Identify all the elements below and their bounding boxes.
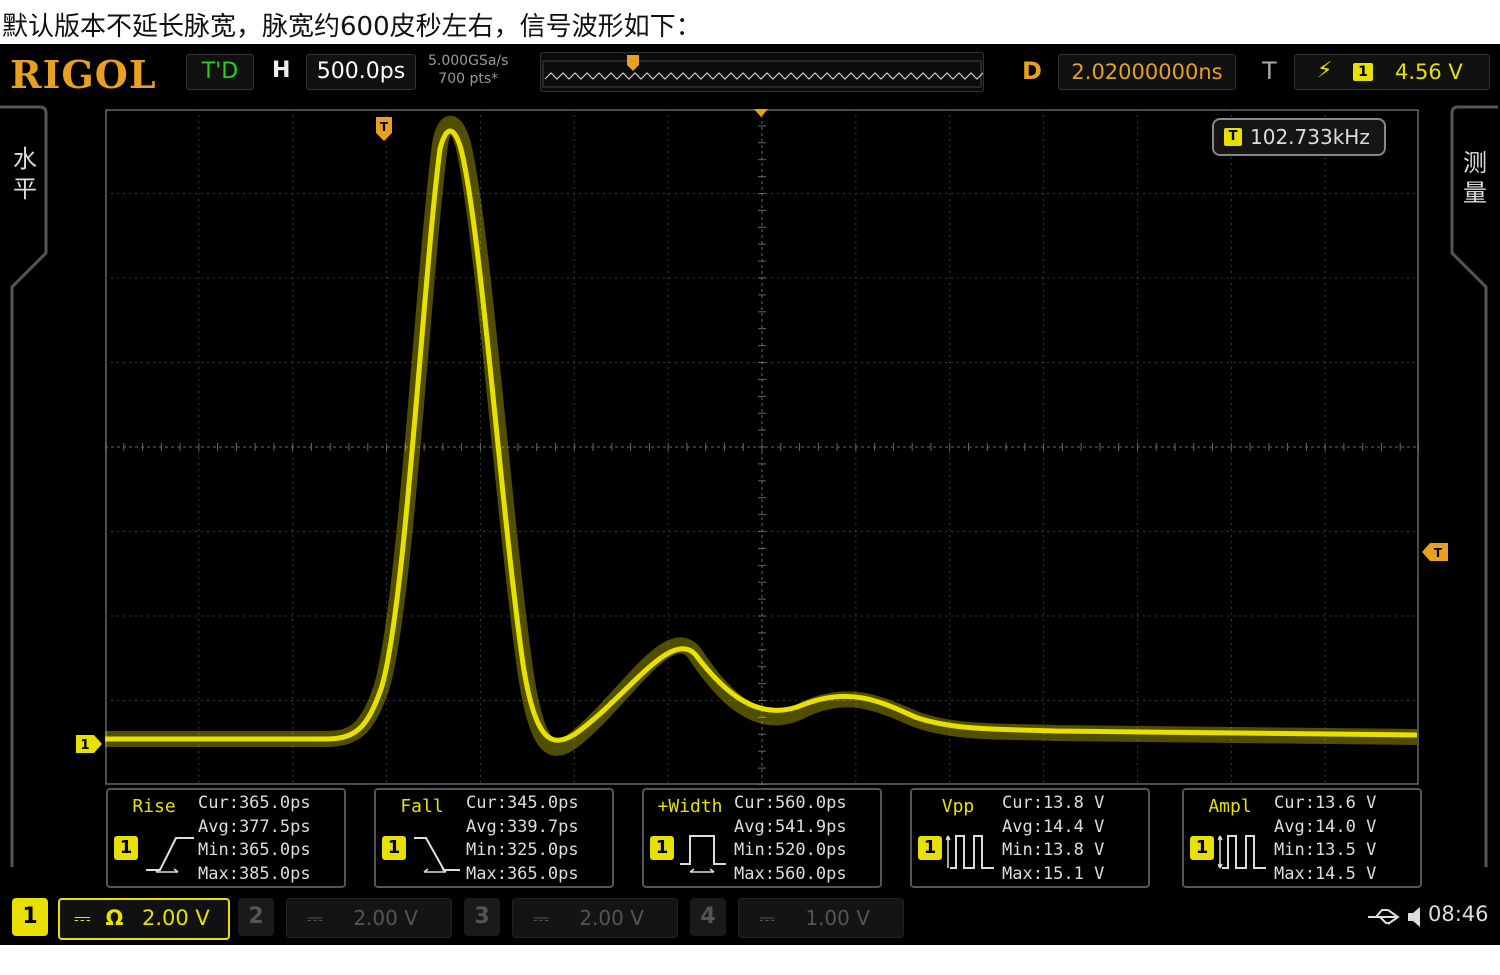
channel-2-button[interactable]: 2 — [238, 898, 274, 936]
amplitude-icon — [1218, 835, 1266, 869]
measurement-name: Ampl — [1208, 796, 1252, 817]
delay-value[interactable]: 2.02000000ns — [1058, 54, 1236, 90]
channel-1-volts: 2.00 V — [142, 906, 210, 930]
channel-2-volts: 2.00 V — [353, 906, 418, 930]
usb-icon — [1368, 907, 1420, 927]
right-side-tab-frame — [1450, 105, 1498, 867]
horizontal-tab-char-2: 平 — [13, 175, 37, 203]
measurement-rise[interactable]: Rise 1 Cur:365.0ps Avg:377.5ps Min:365.0ps… — [106, 788, 346, 888]
rigol-logo: RIGOL — [10, 52, 157, 97]
left-side-tab-frame — [0, 105, 48, 867]
frequency-value: 102.733kHz — [1250, 125, 1370, 149]
speaker-icon — [1408, 907, 1420, 927]
measure-tab-char-1: 测 — [1463, 149, 1487, 177]
measurement-min: Min:325.0ps — [466, 840, 579, 860]
measurement-avg: Avg:377.5ps — [198, 816, 311, 837]
dc-coupling-icon: ⎓ — [759, 906, 775, 930]
dc-coupling-icon: ⎓ — [307, 906, 323, 930]
channel-1-scale[interactable]: ⎓ Ω 2.00 V — [58, 898, 230, 940]
measurement-min: Min:13.8 V — [1002, 840, 1105, 860]
measurement-cur: Cur:365.0ps — [198, 793, 311, 813]
trigger-settings[interactable]: ⚡ 1 4.56 V — [1294, 54, 1490, 90]
horizontal-menu-tab[interactable]: 水 平 — [10, 144, 40, 204]
peak-peak-icon — [946, 835, 994, 869]
channel-4-button[interactable]: 4 — [690, 898, 726, 936]
oscilloscope-screen: RIGOL T'D H 500.0ps 5.000GSa/s 700 pts* … — [0, 44, 1500, 945]
measurement-fall[interactable]: Fall 1 Cur:345.0ps Avg:339.7ps Min:325.0ps… — [374, 788, 614, 888]
measurement-avg: Avg:339.7ps — [466, 816, 579, 837]
trigger-level-marker-icon[interactable]: T — [1420, 541, 1450, 563]
channel-1-button[interactable]: 1 — [12, 898, 48, 936]
channel-3-button[interactable]: 3 — [464, 898, 500, 936]
measurement-max: Max:14.5 V — [1274, 863, 1377, 884]
measurement-min: Min:365.0ps — [198, 840, 311, 860]
memory-wave — [544, 72, 983, 80]
sample-rate: 5.000GSa/s — [428, 53, 509, 69]
pulse-width-icon — [680, 835, 726, 873]
acquisition-info: 5.000GSa/s 700 pts* — [428, 52, 508, 88]
measurement-max: Max:385.0ps — [198, 863, 311, 884]
channel-3-volts: 2.00 V — [579, 906, 644, 930]
measurement-name: Vpp — [941, 796, 975, 817]
waveform-grid[interactable]: T — [105, 109, 1419, 785]
horizontal-tab-char-1: 水 — [13, 145, 37, 173]
measure-menu-tab[interactable]: 测 量 — [1460, 148, 1490, 208]
measurement-width[interactable]: +Width 1 Cur:560.0ps Avg:541.9ps Min:520.0… — [642, 788, 882, 888]
trigger-label: T — [1262, 57, 1277, 85]
measurement-channel-badge: 1 — [918, 836, 942, 860]
run-state-indicator[interactable]: T'D — [186, 54, 254, 90]
measurement-channel-badge: 1 — [650, 836, 674, 860]
measurement-cur: Cur:13.8 V — [1002, 793, 1105, 813]
measurement-cur: Cur:345.0ps — [466, 793, 579, 813]
measurement-vpp[interactable]: Vpp 1 Cur:13.8 V Avg:14.4 V Min:13.8 V Max:… — [910, 788, 1150, 888]
measurement-avg: Avg:14.4 V — [1002, 816, 1105, 837]
horizontal-label: H — [272, 58, 291, 83]
measurement-avg: Avg:541.9ps — [734, 816, 847, 837]
measurement-ampl[interactable]: Ampl 1 Cur:13.6 V Avg:14.0 V Min:13.5 V Max… — [1182, 788, 1422, 888]
delay-label: D — [1022, 57, 1042, 85]
memory-depth: 700 pts* — [438, 71, 499, 87]
fall-edge-icon — [414, 837, 460, 873]
channel-4-scale[interactable]: ⎓ 1.00 V — [738, 898, 904, 938]
measurement-avg: Avg:14.0 V — [1274, 816, 1377, 837]
measure-tab-char-2: 量 — [1463, 179, 1487, 207]
measurement-cur: Cur:13.6 V — [1274, 793, 1377, 813]
rising-edge-icon: ⚡ — [1317, 58, 1333, 83]
channel-3-scale[interactable]: ⎓ 2.00 V — [512, 898, 678, 938]
measurement-min: Min:520.0ps — [734, 840, 847, 860]
measurement-channel-badge: 1 — [114, 836, 138, 860]
measurement-name: Fall — [400, 796, 444, 817]
trigger-channel-badge: 1 — [1353, 63, 1373, 81]
counter-trigger-badge: T — [1224, 128, 1242, 146]
dc-coupling-icon: ⎓ — [533, 906, 549, 930]
measurement-min: Min:13.5 V — [1274, 840, 1377, 860]
measurement-max: Max:365.0ps — [466, 863, 579, 884]
memory-trigger-marker-icon — [627, 55, 639, 71]
channel-4-volts: 1.00 V — [805, 906, 870, 930]
ch1-ground-marker-icon[interactable]: 1 — [74, 734, 104, 754]
svg-text:T: T — [1434, 546, 1443, 560]
measurement-max: Max:560.0ps — [734, 863, 847, 884]
measurement-name: +Width — [657, 796, 723, 817]
channel-2-scale[interactable]: ⎓ 2.00 V — [286, 898, 452, 938]
timebase-value[interactable]: 500.0ps — [306, 54, 416, 90]
memory-overview-strip[interactable] — [540, 52, 984, 92]
caption-text: 默认版本不延长脉宽，脉宽约600皮秒左右，信号波形如下： — [2, 12, 702, 42]
trigger-level: 4.56 V — [1395, 60, 1463, 84]
svg-text:T: T — [380, 120, 389, 134]
measurement-channel-badge: 1 — [1190, 836, 1214, 860]
clock-time: 08:46 — [1428, 902, 1489, 926]
measurement-name: Rise — [132, 796, 176, 817]
impedance-icon: Ω — [105, 906, 124, 930]
dc-coupling-icon: ⎓ — [74, 906, 91, 930]
measurement-max: Max:15.1 V — [1002, 863, 1105, 884]
measurement-cur: Cur:560.0ps — [734, 793, 847, 813]
frequency-counter: T 102.733kHz — [1212, 118, 1386, 156]
svg-text:1: 1 — [80, 738, 89, 753]
measurement-channel-badge: 1 — [382, 836, 406, 860]
rise-edge-icon — [146, 837, 194, 873]
